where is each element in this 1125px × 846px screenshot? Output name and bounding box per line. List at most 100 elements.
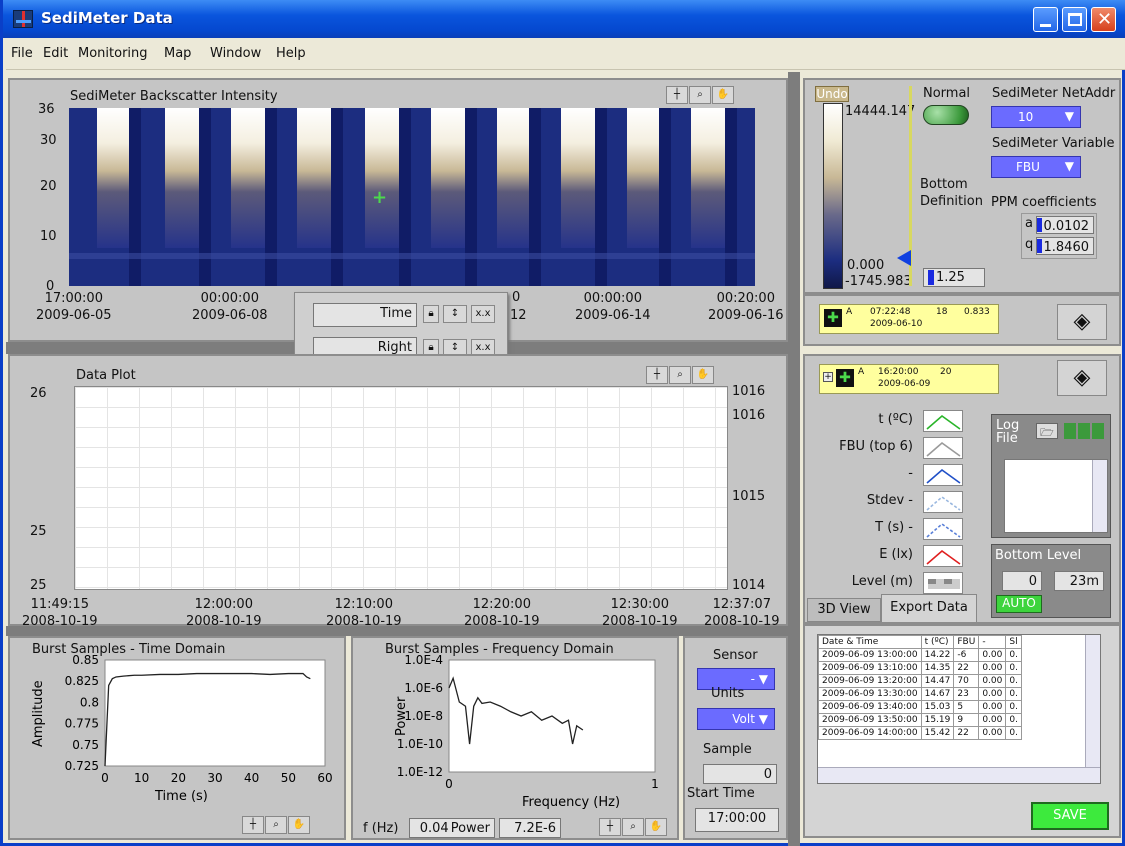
pan-icon[interactable]: ✋	[288, 816, 310, 834]
table-row[interactable]: 2009-06-09 13:00:00 14.22 -6 0.00 0.	[818, 648, 1022, 662]
table-hscrollbar[interactable]	[818, 767, 1100, 783]
center-cursor-button-2[interactable]: ◈	[1057, 360, 1107, 396]
colorbar[interactable]	[823, 103, 843, 289]
log-list[interactable]	[1004, 459, 1108, 533]
undo-button[interactable]: Undo	[815, 86, 849, 102]
table-cell: 14.35	[920, 661, 955, 675]
legend-swatch[interactable]	[923, 437, 963, 459]
table-row[interactable]: 2009-06-09 13:10:00 14.35 22 0.00 0.	[818, 661, 1022, 675]
data-xtick: 12:30:00 2008-10-19	[602, 597, 678, 629]
f-value[interactable]: 0.04 Power	[409, 818, 495, 838]
close-button[interactable]: ✕	[1091, 7, 1116, 32]
intensity-image[interactable]: +	[69, 108, 755, 286]
colorbar-max: 14444.147	[845, 104, 916, 119]
menu-window[interactable]: Window	[210, 46, 261, 61]
table-row[interactable]: 2009-06-09 13:50:00 15.19 9 0.00 0.	[818, 713, 1022, 727]
power-value[interactable]: 7.2E-6	[499, 818, 561, 838]
intensity-stripe	[97, 108, 133, 248]
bottom-slider-thumb[interactable]	[897, 250, 911, 266]
table-scrollbar[interactable]	[1085, 635, 1100, 767]
coef-a-input[interactable]: 0.0102	[1036, 216, 1094, 234]
units-select[interactable]: Volt ▼	[697, 708, 775, 730]
menu-monitoring[interactable]: Monitoring	[78, 46, 148, 61]
cursor-icon[interactable]: ┼	[599, 818, 621, 836]
intensity-stripe	[497, 108, 533, 248]
tab-3d-view[interactable]: 3D View	[807, 598, 881, 622]
time-domain-chart[interactable]: 0.85 0.825 0.8 0.775 0.75 0.7250 10 20 30 40 50 60 T…	[10, 638, 344, 838]
normal-label: Normal	[923, 86, 971, 101]
menu-file[interactable]: File	[11, 46, 33, 61]
legend-swatch[interactable]	[923, 572, 963, 594]
legend-swatch[interactable]	[923, 518, 963, 540]
start-time-input[interactable]: 17:00:00	[695, 808, 779, 832]
pan-icon[interactable]: ✋	[692, 366, 714, 384]
variable-select[interactable]: FBU ▼	[991, 156, 1081, 178]
zoom-icon[interactable]: ⌕	[622, 818, 644, 836]
folder-icon[interactable]: 🗁	[1036, 423, 1058, 439]
table-cell: 15.19	[920, 713, 955, 727]
table-row[interactable]: 2009-06-09 13:20:00 14.47 70 0.00 0.	[818, 674, 1022, 688]
cursor-row-2[interactable]: + ✚ A 16:20:00 2009-06-09 20	[819, 364, 999, 394]
chevron-down-icon: ▼	[1064, 159, 1074, 173]
table-row[interactable]: 2009-06-09 13:40:00 15.03 5 0.00 0.	[818, 700, 1022, 714]
table-header[interactable]: t (ºC)	[920, 635, 955, 649]
pan-icon[interactable]: ✋	[712, 86, 734, 104]
lock-icon[interactable]: 🔒︎	[423, 305, 439, 323]
bottom-level-input[interactable]: 0	[1002, 571, 1042, 591]
zoom-icon[interactable]: ⌕	[669, 366, 691, 384]
legend-swatch[interactable]	[923, 545, 963, 567]
table-row[interactable]: 2009-06-09 14:00:00 15.42 22 0.00 0.	[818, 726, 1022, 740]
table-header[interactable]: FBU	[953, 635, 980, 649]
export-table[interactable]: Date & Time t (ºC) FBU - Sl 2009-06-09 13:00:…	[818, 635, 1022, 740]
zoom-icon[interactable]: ⌕	[689, 86, 711, 104]
data-plot-area[interactable]	[74, 386, 728, 590]
menu-map[interactable]: Map	[164, 46, 191, 61]
table-row[interactable]: 2009-06-09 13:30:00 14.67 23 0.00 0.	[818, 687, 1022, 701]
td-xtick: 20	[171, 771, 186, 785]
window-title: SediMeter Data	[41, 9, 173, 27]
cursor-row-1[interactable]: ✚ A 07:22:48 2009-06-10 18 0.833	[819, 304, 999, 334]
autoscale-icon[interactable]: ↕	[443, 305, 467, 323]
tab-export-data[interactable]: Export Data	[881, 594, 977, 622]
cursor-marker[interactable]: +	[372, 187, 387, 208]
netaddr-select[interactable]: 10 ▼	[991, 106, 1081, 128]
sample-input[interactable]: 0	[703, 764, 777, 784]
scrollbar[interactable]	[1092, 460, 1107, 532]
legend-swatch[interactable]	[923, 464, 963, 486]
minimize-button[interactable]	[1033, 7, 1058, 32]
export-table-box[interactable]: Date & Time t (ºC) FBU - Sl 2009-06-09 13:00:…	[817, 634, 1101, 784]
table-header[interactable]: Date & Time	[818, 635, 922, 649]
legend-swatch[interactable]	[923, 491, 963, 513]
pan-icon[interactable]: ✋	[645, 818, 667, 836]
table-cell: 15.42	[920, 726, 955, 740]
td-ytick: 0.725	[65, 759, 99, 773]
cursor-icon[interactable]: ┼	[646, 366, 668, 384]
center-cursor-button[interactable]: ◈	[1057, 304, 1107, 340]
normal-toggle[interactable]	[923, 105, 969, 125]
legend-label: E (lx)	[879, 547, 913, 562]
cursor-icon[interactable]: ┼	[666, 86, 688, 104]
legend-swatch[interactable]	[923, 410, 963, 432]
freq-domain-chart[interactable]: 1.0E-4 1.0E-6 1.0E-8 1.0E-10 1.0E-120 1 Freque…	[353, 638, 677, 838]
divider-vertical[interactable]	[788, 72, 800, 846]
cursor-icon: ✚	[836, 369, 854, 387]
app-icon	[13, 10, 33, 28]
save-button[interactable]: SAVE	[1031, 802, 1109, 830]
bottom-meters-input[interactable]: 23m	[1054, 571, 1104, 591]
td-xlabel: Time (s)	[154, 789, 208, 804]
menu-help[interactable]: Help	[276, 46, 306, 61]
table-header[interactable]: -	[978, 635, 1007, 649]
format-icon[interactable]: x.x	[471, 305, 495, 323]
intensity-title: SediMeter Backscatter Intensity	[70, 89, 278, 104]
scale-label: Time	[313, 303, 417, 327]
coef-q-input[interactable]: 1.8460	[1036, 237, 1094, 255]
menu-edit[interactable]: Edit	[43, 46, 68, 61]
auto-button[interactable]: AUTO	[996, 595, 1042, 613]
maximize-button[interactable]	[1062, 7, 1087, 32]
right-ytick: 1015	[732, 489, 766, 504]
data-xtick: 11:49:15 2008-10-19	[22, 597, 98, 629]
zoom-icon[interactable]: ⌕	[265, 816, 287, 834]
table-header[interactable]: Sl	[1005, 635, 1022, 649]
cursor-icon[interactable]: ┼	[242, 816, 264, 834]
slider-value-box[interactable]: 1.25	[923, 268, 985, 287]
